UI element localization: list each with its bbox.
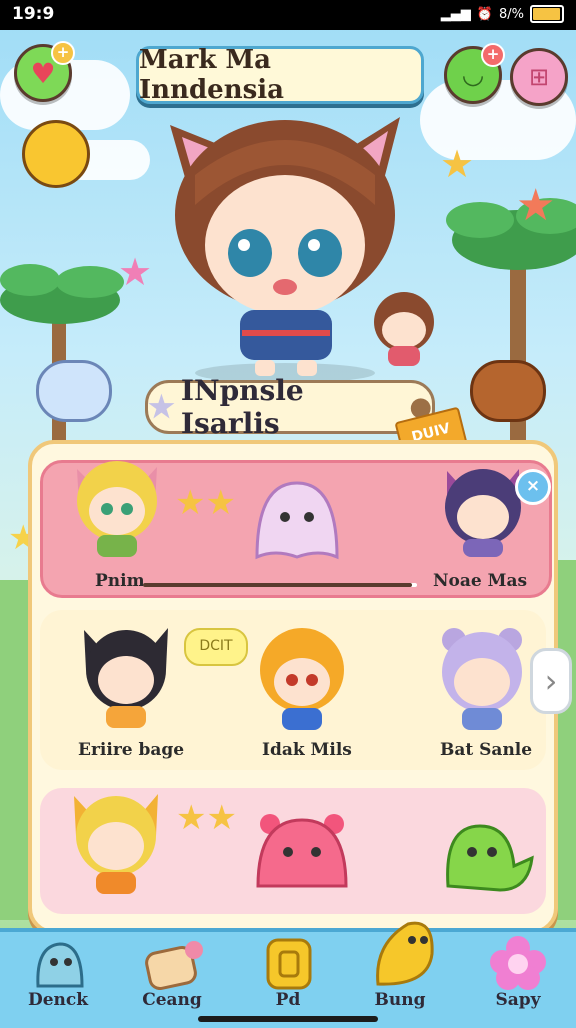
alarm-icon: ⏰ — [476, 6, 493, 22]
tab-bung[interactable]: Bung — [352, 921, 448, 1020]
hero-name: ★ INpnsle Isarlis ● — [145, 374, 435, 440]
card-label: Bat Sanle — [440, 740, 533, 760]
hearts-button[interactable]: ♥ + — [14, 41, 75, 102]
tab-pd[interactable]: Pd — [240, 934, 336, 1020]
cookie-pet-icon — [470, 360, 546, 422]
coin-icon — [266, 938, 312, 990]
grid-icon: ⊞ — [528, 63, 550, 91]
tab-label: Pd — [275, 990, 301, 1010]
character-card-cat[interactable] — [64, 784, 168, 896]
battery-icon — [530, 5, 564, 23]
battery-fill — [533, 8, 560, 20]
character-card-blonde[interactable] — [67, 449, 167, 559]
ghost-pet-icon — [36, 360, 112, 422]
collection-row: ★★ — [40, 788, 546, 914]
chick-icon — [376, 921, 434, 986]
flower-icon — [490, 936, 546, 990]
heart-icon: ♥ — [30, 56, 56, 90]
character-card-dark[interactable] — [74, 618, 178, 730]
collection-progress — [143, 583, 417, 587]
status-icons: ▂▄▆ ⏰ 8/% — [441, 5, 564, 23]
collection-panel: ★★ × Pnim Noae Mas DCIT Eriire bage Idak… — [28, 440, 558, 934]
star-icon: ★ — [516, 180, 556, 231]
card-label: Idak Mils — [262, 740, 352, 760]
page-title: Mark Ma Inndensia — [136, 45, 424, 105]
character-card-lilac[interactable] — [430, 620, 534, 732]
collection-row: DCIT Eriire bage Idak Mils Bat Sanle — [40, 610, 546, 770]
smiley-icon: ◡ — [461, 60, 485, 90]
tab-sapy[interactable]: Sapy — [470, 934, 566, 1020]
chevron-right-icon: › — [544, 662, 558, 700]
card-label: Pnim — [95, 571, 145, 591]
battery-percent: 8/% — [498, 6, 524, 22]
lightning-bubble-icon — [22, 120, 90, 188]
progress-fill — [143, 583, 412, 587]
star-icon: ★★ — [176, 798, 237, 838]
dino-pet-card[interactable] — [440, 806, 536, 896]
character-card-orange[interactable] — [250, 620, 354, 732]
character-card-purple[interactable] — [433, 457, 533, 557]
collection-row: ★★ × Pnim Noae Mas — [40, 460, 552, 598]
chat-bubble: DCIT — [184, 628, 248, 666]
tab-label: Sapy — [495, 990, 541, 1010]
friends-button[interactable]: ◡ + — [444, 43, 505, 104]
home-indicator[interactable] — [198, 1016, 378, 1022]
bag-icon — [145, 941, 203, 990]
hero-name-text: INpnsle Isarlis — [180, 374, 304, 440]
slime-pet-card[interactable] — [250, 806, 354, 896]
tab-label: Bung — [374, 990, 426, 1010]
tab-label: Ceang — [142, 990, 202, 1010]
close-icon[interactable]: × — [515, 469, 551, 505]
star-icon: ★ — [118, 250, 153, 294]
star-icon: ★ — [148, 389, 175, 425]
next-page-button[interactable]: › — [530, 648, 572, 714]
dino-icon — [36, 942, 84, 988]
status-bar: 19:9 ▂▄▆ ⏰ 8/% — [0, 0, 576, 30]
star-icon: ★★ — [175, 483, 236, 523]
ghost-pet-card[interactable] — [249, 473, 345, 565]
plus-icon: + — [51, 41, 75, 65]
card-label: Noae Mas — [433, 571, 528, 591]
mini-companion — [374, 292, 434, 366]
card-label: Eriire bage — [78, 740, 185, 760]
tab-denck[interactable]: Denck — [10, 934, 106, 1020]
tab-ceang[interactable]: Ceang — [124, 934, 220, 1020]
star-icon: ★ — [440, 142, 475, 186]
settings-button[interactable]: ⊞ — [510, 48, 568, 106]
tab-label: Denck — [27, 990, 89, 1010]
signal-icon: ▂▄▆ — [440, 6, 471, 22]
status-time: 19:9 — [12, 4, 55, 24]
plus-icon: + — [481, 43, 505, 67]
